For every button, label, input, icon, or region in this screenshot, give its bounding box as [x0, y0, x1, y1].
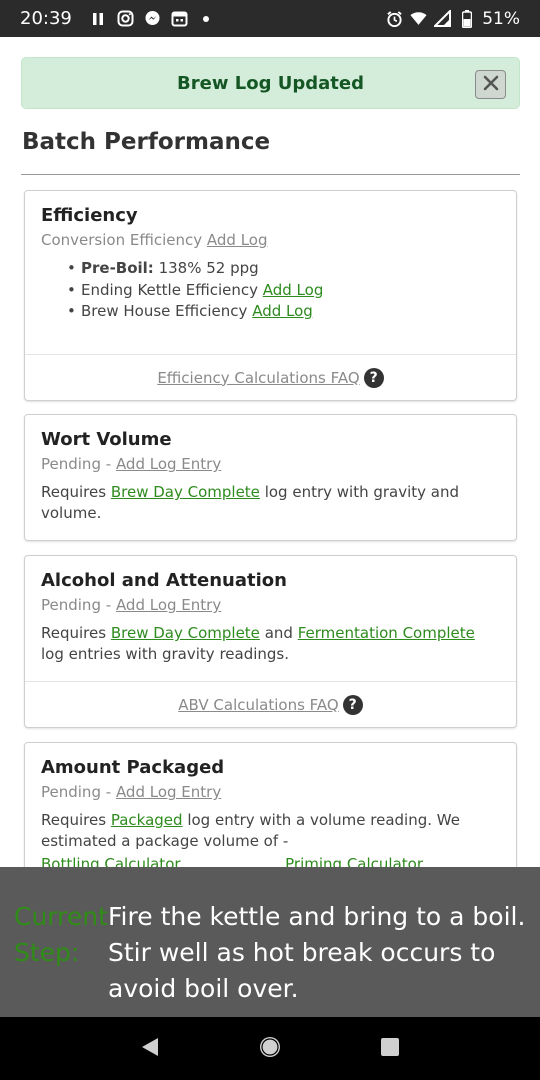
battery-percent: 51%: [482, 8, 520, 29]
instagram-icon: [117, 10, 134, 27]
wifi-icon: [410, 10, 427, 27]
efficiency-list: Pre-Boil: 138% 52 ppg Ending Kettle Effi…: [67, 258, 500, 323]
status-left-icons: [90, 10, 215, 27]
help-icon[interactable]: ?: [363, 367, 384, 388]
requires-text: Requires: [41, 624, 107, 642]
card-subtitle: Pending - Add Log Entry: [41, 454, 500, 474]
list-item: Brew House Efficiency Add Log: [67, 301, 500, 323]
system-nav-bar: [0, 1017, 540, 1080]
add-log-entry-link[interactable]: Add Log Entry: [116, 783, 221, 801]
card-subtitle: Conversion Efficiency Add Log: [41, 230, 500, 250]
messenger-icon: [144, 10, 161, 27]
list-item: Pre-Boil: 138% 52 ppg: [67, 258, 500, 280]
help-icon[interactable]: ?: [342, 694, 363, 715]
add-log-link[interactable]: Add Log: [207, 231, 268, 249]
brew-house-label: Brew House Efficiency: [81, 302, 248, 320]
success-alert: Brew Log Updated: [21, 57, 520, 109]
fermentation-complete-link[interactable]: Fermentation Complete: [298, 624, 475, 642]
priming-calculator-link[interactable]: Priming Calculator: [285, 854, 423, 867]
card-description: Requires Brew Day Complete and Fermentat…: [41, 623, 500, 665]
home-button[interactable]: [250, 1029, 290, 1069]
amount-packaged-card: Amount Packaged Pending - Add Log Entry …: [24, 742, 517, 867]
pending-text: Pending -: [41, 596, 112, 614]
add-log-entry-link[interactable]: Add Log Entry: [116, 455, 221, 473]
calculator-links: Bottling Calculator Priming Calculator: [41, 854, 423, 867]
dot-icon: [198, 10, 215, 27]
battery-icon: [458, 9, 475, 28]
alcohol-attenuation-card: Alcohol and Attenuation Pending - Add Lo…: [24, 555, 517, 728]
card-title: Wort Volume: [41, 429, 172, 450]
status-time: 20:39: [20, 8, 72, 29]
bottling-calculator-link[interactable]: Bottling Calculator: [41, 854, 181, 867]
brew-house-add-log-link[interactable]: Add Log: [252, 302, 313, 320]
status-right-icons: 51%: [386, 9, 520, 29]
wort-volume-card: Wort Volume Pending - Add Log Entry Requ…: [24, 414, 517, 541]
alarm-icon: [386, 10, 403, 27]
alert-close-button[interactable]: [475, 70, 506, 99]
requires-text: Requires: [41, 483, 107, 501]
home-circle-icon: [258, 1035, 282, 1063]
alert-message: Brew Log Updated: [177, 72, 364, 94]
card-subtitle: Pending - Add Log Entry: [41, 595, 500, 615]
recents-button[interactable]: [370, 1029, 410, 1069]
card-title: Alcohol and Attenuation: [41, 570, 287, 591]
efficiency-card: Efficiency Conversion Efficiency Add Log…: [24, 190, 517, 401]
description-text: log entries with gravity readings.: [41, 645, 289, 663]
add-log-entry-link[interactable]: Add Log Entry: [116, 596, 221, 614]
card-description: Requires Brew Day Complete log entry wit…: [41, 482, 500, 524]
pending-text: Pending -: [41, 783, 112, 801]
card-footer: Efficiency Calculations FAQ ?: [25, 354, 516, 400]
card-title: Amount Packaged: [41, 757, 225, 778]
back-button[interactable]: [130, 1029, 170, 1069]
card-description: Requires Packaged log entry with a volum…: [41, 810, 500, 852]
card-title: Efficiency: [41, 205, 138, 226]
main-content: Brew Log Updated Batch Performance Effic…: [0, 37, 540, 867]
requires-text: Requires: [41, 811, 107, 829]
and-text: and: [264, 624, 293, 642]
recents-square-icon: [380, 1037, 400, 1061]
subtitle-text: Conversion Efficiency: [41, 231, 203, 249]
current-step-overlay: Current Step: Fire the kettle and bring …: [0, 867, 540, 1017]
packaged-link[interactable]: Packaged: [111, 811, 183, 829]
brew-day-complete-link[interactable]: Brew Day Complete: [111, 624, 260, 642]
efficiency-faq-link[interactable]: Efficiency Calculations FAQ: [157, 369, 359, 387]
pre-boil-label: Pre-Boil:: [81, 259, 154, 277]
card-footer: ABV Calculations FAQ ?: [25, 681, 516, 727]
list-item: Ending Kettle Efficiency Add Log: [67, 280, 500, 302]
brew-day-complete-link[interactable]: Brew Day Complete: [111, 483, 260, 501]
ending-kettle-label: Ending Kettle Efficiency: [81, 280, 258, 299]
card-subtitle: Pending - Add Log Entry: [41, 782, 500, 802]
back-triangle-icon: [140, 1036, 160, 1062]
section-title: Batch Performance: [22, 129, 271, 155]
calendar-icon: [171, 10, 188, 27]
current-step-label: Current Step:: [14, 902, 108, 967]
pending-text: Pending -: [41, 455, 112, 473]
close-icon: [483, 75, 499, 95]
abv-faq-link[interactable]: ABV Calculations FAQ: [178, 696, 338, 714]
current-step-text: Fire the kettle and bring to a boil. Sti…: [108, 902, 526, 1003]
ending-kettle-add-log-link[interactable]: Add Log: [263, 281, 324, 299]
pre-boil-value: 138% 52 ppg: [158, 259, 259, 277]
pause-icon: [90, 10, 107, 27]
section-divider: [21, 174, 520, 175]
signal-icon: [434, 10, 452, 27]
status-bar: 20:39 51%: [0, 0, 540, 37]
